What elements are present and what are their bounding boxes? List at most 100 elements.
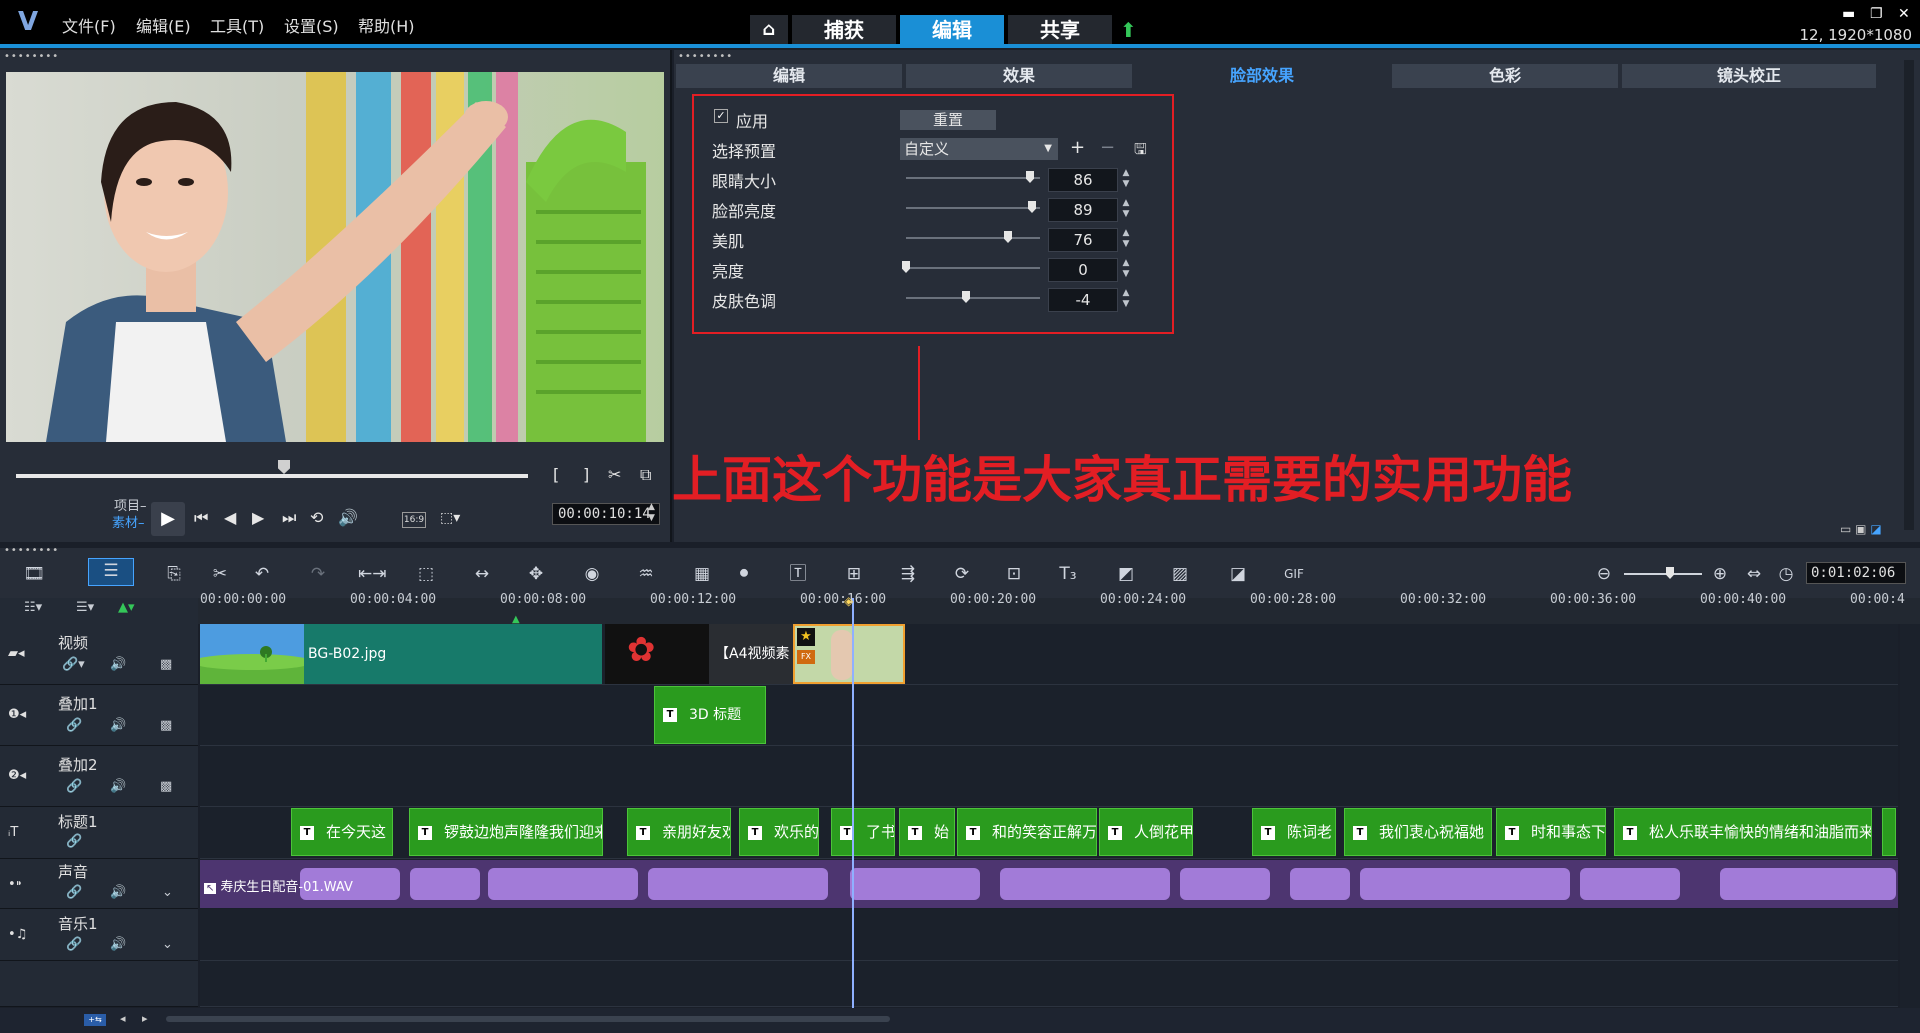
menu-edit[interactable]: 编辑(E)	[136, 13, 191, 37]
panel-grip[interactable]: ••••••••	[4, 546, 59, 556]
scrubber-thumb[interactable]	[278, 460, 290, 474]
timecode-spin-icon[interactable]: ▲ ▼	[648, 502, 655, 524]
gif-icon[interactable]: GIF	[1280, 562, 1308, 586]
skin-smooth-spin-icon[interactable]: ▲ ▼	[1120, 228, 1132, 252]
ripple-icon[interactable]: ▩	[160, 657, 172, 672]
home-frame-icon[interactable]: ⏮	[194, 508, 208, 528]
skin-smooth-slider[interactable]	[906, 237, 1040, 239]
panel-grip[interactable]: ••••••••	[678, 52, 733, 62]
fit-timeline-icon[interactable]: ⇔	[1740, 562, 1768, 586]
reset-button[interactable]: 重置	[900, 110, 996, 130]
menu-help[interactable]: 帮助(H)	[358, 13, 415, 37]
remove-preset-icon[interactable]: −	[1100, 137, 1115, 158]
title-clip[interactable]: T 在今天这	[291, 808, 393, 856]
video-clip-thumbnail[interactable]	[200, 624, 304, 684]
share-tab[interactable]: 共享	[1008, 15, 1112, 45]
title-editor-icon[interactable]: 🅃	[784, 562, 812, 586]
speed-icon[interactable]: ⇶	[894, 562, 922, 586]
face-brightness-spin-icon[interactable]: ▲ ▼	[1120, 198, 1132, 222]
save-preset-icon[interactable]: 🖫	[1134, 139, 1147, 164]
zoom-in-icon[interactable]: ⊕	[1706, 562, 1734, 586]
link-icon[interactable]: 🔗	[66, 718, 82, 733]
apply-checkbox[interactable]: ✓	[714, 109, 728, 123]
tab-edit[interactable]: 编辑	[676, 64, 902, 88]
audio-mixer-icon[interactable]: ♒	[632, 562, 660, 586]
brightness-spin-icon[interactable]: ▲ ▼	[1120, 258, 1132, 282]
skin-smooth-value[interactable]: 76	[1048, 228, 1118, 252]
video-effects-icon[interactable]: ◪	[1224, 562, 1252, 586]
crop-icon[interactable]: ⬚	[412, 562, 440, 586]
minimize-icon[interactable]: ▬	[1842, 6, 1855, 22]
skin-tone-value[interactable]: -4	[1048, 288, 1118, 312]
play-button[interactable]: ▶	[151, 502, 185, 536]
link-icon[interactable]: 🔗▾	[62, 657, 85, 672]
redo-icon[interactable]: ↷	[304, 562, 332, 586]
video-clip[interactable]: 【A4视频素	[709, 624, 793, 684]
title-clip[interactable]: T 我们衷心祝福她	[1344, 808, 1492, 856]
aspect-ratio-button[interactable]: 16:9	[402, 512, 426, 528]
mute-icon[interactable]: 🔊	[110, 937, 126, 952]
mute-icon[interactable]: 🔊	[110, 885, 126, 900]
smartproxy-icon[interactable]: ⬚▾	[440, 508, 460, 528]
restore-icon[interactable]: ❐	[1870, 6, 1883, 22]
multi-camera-icon[interactable]: ▦	[688, 562, 716, 586]
zoom-out-icon[interactable]: ⊖	[1590, 562, 1618, 586]
record-icon[interactable]: ◉	[578, 562, 606, 586]
split-screen-icon[interactable]: ⊞	[840, 562, 868, 586]
title-clip[interactable]: T 锣鼓边炮声隆隆我们迎来	[409, 808, 603, 856]
link-icon[interactable]: 🔗	[66, 885, 82, 900]
title-clip[interactable]: T 和的笑容正解万	[957, 808, 1097, 856]
view-toggle-icons[interactable]: ▭ ▣ ◪	[1840, 522, 1882, 536]
track-manager-icon[interactable]: ☷▾	[24, 600, 42, 615]
tab-lens-correction[interactable]: 镜头校正	[1622, 64, 1876, 88]
resize-icon[interactable]: ↔	[468, 562, 496, 586]
add-preset-icon[interactable]: +	[1070, 137, 1085, 158]
title-clip[interactable]: T 时和事态下	[1496, 808, 1606, 856]
clip-mode-label[interactable]: 素材–	[112, 512, 145, 531]
tab-effects[interactable]: 效果	[906, 64, 1132, 88]
capture-frame-icon[interactable]: ⊡	[1000, 562, 1028, 586]
add-marker-icon[interactable]: ▲▾	[118, 600, 135, 615]
timeline-vscrollbar[interactable]	[1900, 624, 1920, 1008]
brightness-slider[interactable]	[906, 267, 1040, 269]
playhead-line[interactable]	[852, 598, 854, 1008]
link-icon[interactable]: 🔗	[66, 779, 82, 794]
ripple-icon[interactable]: ▩	[160, 779, 172, 794]
brightness-value[interactable]: 0	[1048, 258, 1118, 282]
link-icon[interactable]: 🔗	[66, 834, 82, 849]
chevron-down-icon[interactable]: ⌄	[162, 937, 173, 952]
menu-file[interactable]: 文件(F)	[62, 13, 116, 37]
zoom-slider[interactable]	[1624, 573, 1702, 575]
volume-icon[interactable]: 🔊	[338, 508, 358, 528]
mute-icon[interactable]: 🔊	[110, 657, 126, 672]
video-clip[interactable]: BG-B02.jpg	[304, 624, 602, 684]
mask-icon[interactable]: ◩	[1112, 562, 1140, 586]
fit-project-icon[interactable]: ⇤⇥	[358, 562, 387, 586]
chapter-point-icon[interactable]: ☰▾	[76, 600, 94, 615]
title-clip[interactable]: T 松人乐联丰愉快的情绪和油脂而来	[1614, 808, 1872, 856]
end-frame-icon[interactable]: ⏭	[282, 508, 296, 528]
face-brightness-slider[interactable]	[906, 207, 1040, 209]
pan-zoom-icon[interactable]: ✥	[522, 562, 550, 586]
upload-icon[interactable]: ⬆	[1120, 18, 1137, 42]
mark-out-icon[interactable]: ]	[583, 465, 589, 485]
close-icon[interactable]: ✕	[1898, 6, 1910, 22]
title-clip[interactable]: T 陈词老	[1252, 808, 1336, 856]
eye-size-spin-icon[interactable]: ▲ ▼	[1120, 168, 1132, 192]
playhead-handle-icon[interactable]: ◈	[844, 594, 853, 608]
undo-icon[interactable]: ↶	[248, 562, 276, 586]
menu-settings[interactable]: 设置(S)	[284, 13, 339, 37]
eye-size-slider[interactable]	[906, 177, 1040, 179]
title-clip[interactable]: T 亲朋好友欢	[627, 808, 731, 856]
mark-in-icon[interactable]: [	[553, 465, 559, 485]
face-brightness-value[interactable]: 89	[1048, 198, 1118, 222]
skin-tone-spin-icon[interactable]: ▲ ▼	[1120, 288, 1132, 312]
prev-frame-icon[interactable]: ◀	[224, 508, 236, 528]
ripple-icon[interactable]: ▩	[160, 718, 172, 733]
horizontal-scroll-thumb[interactable]	[166, 1016, 890, 1022]
edit-tab[interactable]: 编辑	[900, 15, 1004, 45]
chevron-down-icon[interactable]: ⌄	[162, 885, 173, 900]
capture-tab[interactable]: 捕获	[792, 15, 896, 45]
tab-face-effects[interactable]: 脸部效果	[1136, 64, 1388, 88]
scroll-right-icon[interactable]: ▸	[142, 1012, 148, 1025]
